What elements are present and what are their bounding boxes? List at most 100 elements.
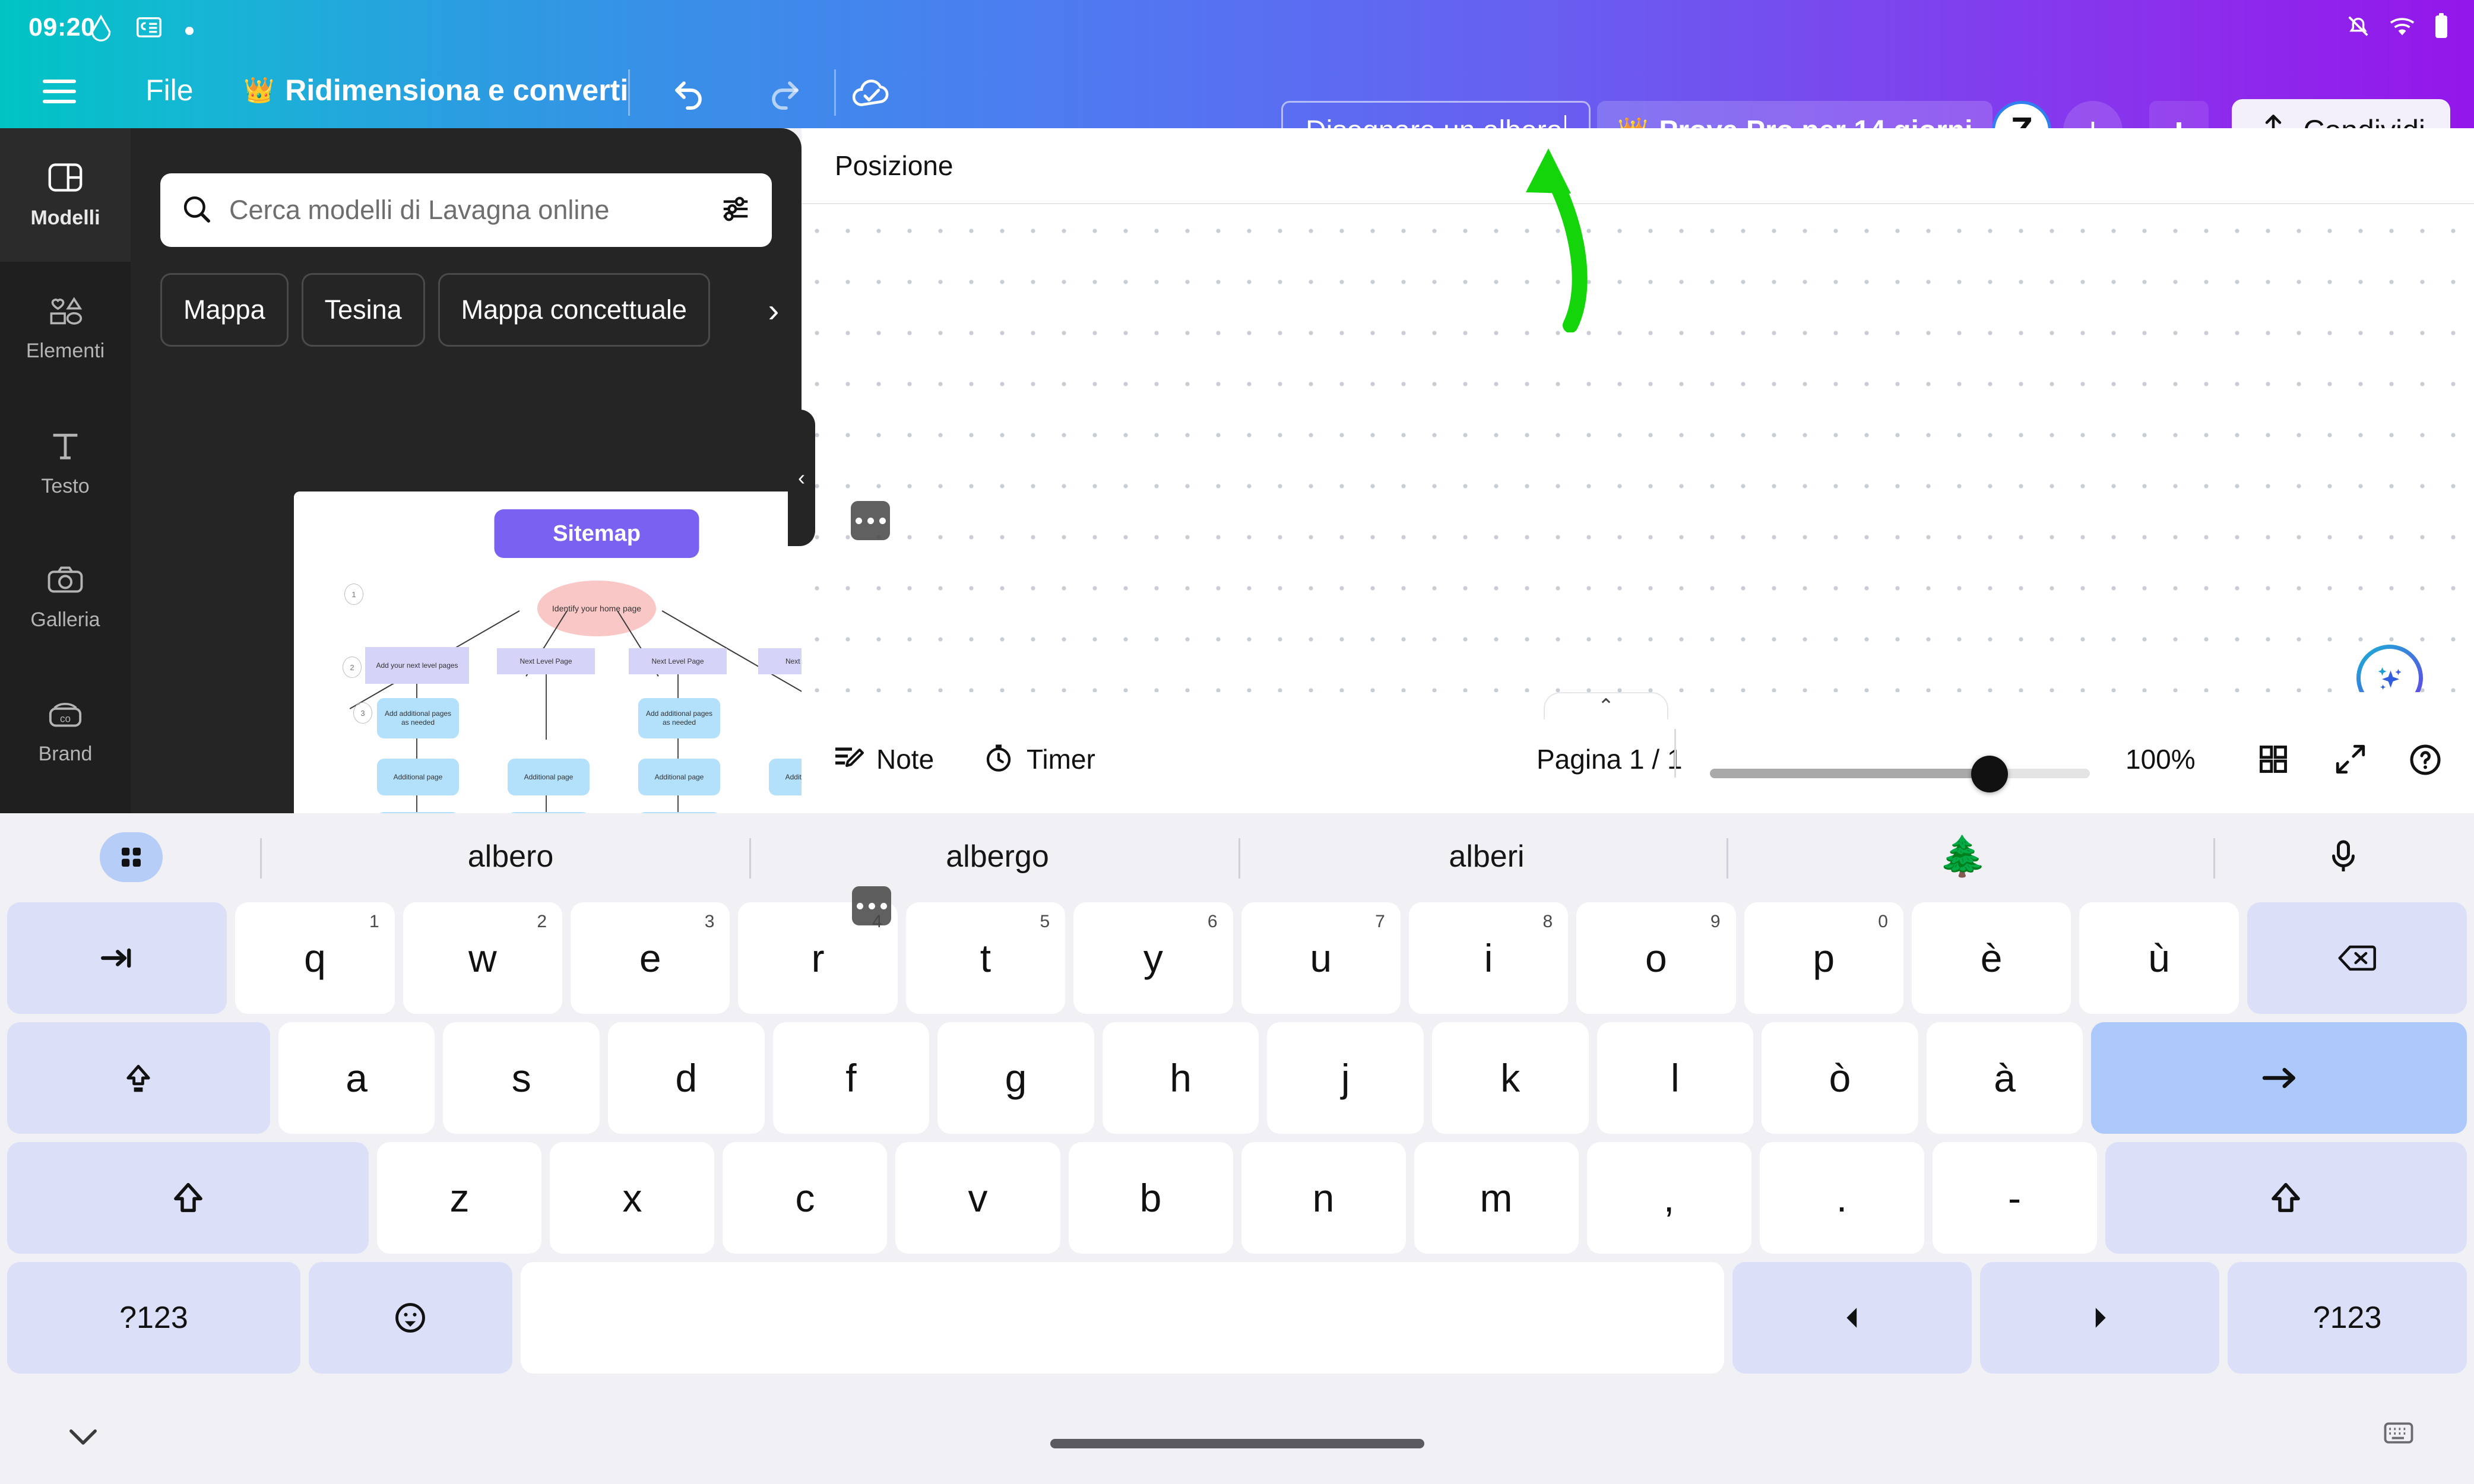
filter-sliders-icon[interactable]: [720, 193, 752, 228]
chip-mappa[interactable]: Mappa: [160, 273, 289, 347]
sidebar-item-elementi[interactable]: Elementi: [0, 262, 131, 396]
key-label: n: [1312, 1176, 1335, 1220]
suggestion-emoji[interactable]: 🌲: [1737, 813, 2188, 900]
keyboard-grid-icon[interactable]: [100, 832, 163, 882]
key-v[interactable]: v: [895, 1142, 1060, 1254]
grid-view-icon[interactable]: [2256, 742, 2291, 779]
tab-icon: [101, 948, 131, 968]
more-options-icon[interactable]: [851, 501, 890, 540]
key-j[interactable]: j: [1267, 1022, 1424, 1134]
shift-icon[interactable]: [7, 1142, 369, 1254]
redo-icon[interactable]: [763, 71, 806, 113]
key-label: ò: [1829, 1056, 1851, 1100]
key--[interactable]: -: [1932, 1142, 2097, 1254]
key-e[interactable]: e3: [571, 902, 730, 1014]
key-,[interactable]: ,: [1586, 1142, 1751, 1254]
hamburger-menu-icon[interactable]: [43, 74, 80, 109]
search-icon: [180, 193, 213, 228]
key-u[interactable]: u7: [1241, 902, 1401, 1014]
more-options-icon-sales[interactable]: [852, 886, 891, 925]
key-ò[interactable]: ò: [1762, 1022, 1918, 1134]
sidebar-item-modelli[interactable]: Modelli: [0, 128, 131, 262]
suggestion-word-1[interactable]: albero: [273, 813, 748, 900]
arrow-right-icon[interactable]: [1980, 1262, 2220, 1374]
key-?123[interactable]: ?123: [7, 1262, 300, 1374]
key-p[interactable]: p0: [1744, 902, 1903, 1014]
key-label: o: [1645, 936, 1667, 980]
key-c[interactable]: c: [723, 1142, 888, 1254]
chip-tesina[interactable]: Tesina: [301, 273, 425, 347]
key-f[interactable]: f: [772, 1022, 930, 1134]
key-è[interactable]: è: [1911, 902, 2071, 1014]
backspace-icon[interactable]: [2247, 902, 2467, 1014]
key-n[interactable]: n: [1241, 1142, 1406, 1254]
key-i[interactable]: i8: [1408, 902, 1569, 1014]
key-t[interactable]: t5: [905, 902, 1066, 1014]
help-icon[interactable]: [2408, 742, 2443, 781]
key-l[interactable]: l: [1596, 1022, 1754, 1134]
key-?123[interactable]: ?123: [2228, 1262, 2467, 1374]
key-w[interactable]: w2: [403, 902, 563, 1014]
resize-convert-button[interactable]: 👑 Ridimensiona e converti: [243, 73, 628, 107]
sidebar-item-galleria[interactable]: Galleria: [0, 531, 131, 664]
zoom-slider-knob[interactable]: [1971, 756, 2008, 792]
key-x[interactable]: x: [550, 1142, 715, 1254]
sitemap-connector: [416, 738, 417, 759]
enter-arrow-icon[interactable]: [2091, 1022, 2467, 1134]
shift-icon: [173, 1182, 202, 1212]
panel-collapse-handle[interactable]: ‹: [788, 410, 815, 546]
tab-icon[interactable]: [7, 902, 227, 1014]
key-à[interactable]: à: [1926, 1022, 2083, 1134]
zoom-slider[interactable]: [1710, 756, 2090, 792]
key-label: i: [1484, 936, 1493, 980]
cloud-saved-icon[interactable]: [848, 69, 895, 115]
status-right-icons: [2345, 12, 2450, 43]
page-indicator: Pagina 1 / 1: [1537, 744, 1683, 775]
sidebar-item-testo[interactable]: Testo: [0, 397, 131, 530]
suggestion-word-3[interactable]: alberi: [1249, 813, 1724, 900]
key-superscript: 6: [1207, 912, 1218, 931]
key-b[interactable]: b: [1068, 1142, 1233, 1254]
key-z[interactable]: z: [377, 1142, 542, 1254]
suggestion-word-2[interactable]: albergo: [760, 813, 1235, 900]
key-s[interactable]: s: [443, 1022, 600, 1134]
space-key[interactable]: [520, 1262, 1725, 1374]
key-m[interactable]: m: [1414, 1142, 1579, 1254]
key-h[interactable]: h: [1102, 1022, 1259, 1134]
timer-button[interactable]: Timer: [983, 741, 1095, 777]
status-collapse-button[interactable]: ⌃: [1544, 692, 1668, 719]
search-input[interactable]: Cerca modelli di Lavagna online: [160, 173, 772, 247]
key-g[interactable]: g: [937, 1022, 1094, 1134]
key-a[interactable]: a: [278, 1022, 435, 1134]
recording-dot-icon: [185, 27, 194, 35]
caps-icon[interactable]: [7, 1022, 270, 1134]
file-menu-button[interactable]: File: [145, 73, 194, 107]
key-superscript: 8: [1542, 912, 1553, 931]
drop-icon: [88, 14, 114, 46]
note-button[interactable]: Note: [831, 741, 934, 777]
microphone-icon[interactable]: [2296, 813, 2391, 900]
key-o[interactable]: o9: [1576, 902, 1736, 1014]
arrow-left-icon[interactable]: [1732, 1262, 1972, 1374]
svg-text:co: co: [60, 712, 71, 724]
chevron-down-icon[interactable]: [59, 1420, 107, 1456]
key-y[interactable]: y6: [1073, 902, 1233, 1014]
key-label: w: [468, 936, 497, 980]
canvas-dot-grid[interactable]: [802, 205, 2474, 692]
key-k[interactable]: k: [1432, 1022, 1589, 1134]
key-label: .: [1836, 1176, 1848, 1220]
sidebar-item-brand[interactable]: co Brand: [0, 665, 131, 798]
chevron-right-icon[interactable]: ›: [753, 273, 794, 347]
key-ù[interactable]: ù: [2079, 902, 2239, 1014]
undo-icon[interactable]: [668, 71, 711, 113]
shift-icon[interactable]: [2105, 1142, 2467, 1254]
home-indicator[interactable]: [1050, 1439, 1424, 1448]
emoji-icon[interactable]: [308, 1262, 512, 1374]
shapes-icon: [45, 296, 85, 330]
key-.[interactable]: .: [1759, 1142, 1924, 1254]
key-q[interactable]: q1: [235, 902, 395, 1014]
key-d[interactable]: d: [608, 1022, 765, 1134]
fullscreen-icon[interactable]: [2333, 742, 2368, 779]
keyboard-toggle-icon[interactable]: [2383, 1419, 2415, 1450]
chip-mappa-concettuale[interactable]: Mappa concettuale: [438, 273, 710, 347]
